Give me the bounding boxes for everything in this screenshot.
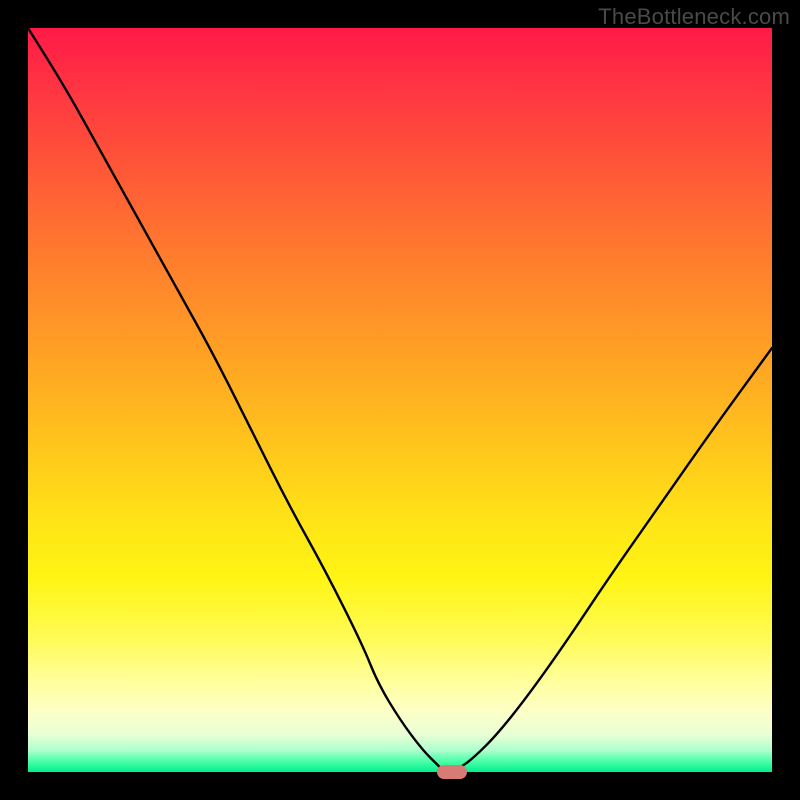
watermark-text: TheBottleneck.com bbox=[598, 4, 790, 30]
chart-frame: TheBottleneck.com bbox=[0, 0, 800, 800]
bottleneck-curve bbox=[28, 28, 772, 772]
plot-area bbox=[28, 28, 772, 772]
optimal-point-marker bbox=[437, 765, 467, 779]
